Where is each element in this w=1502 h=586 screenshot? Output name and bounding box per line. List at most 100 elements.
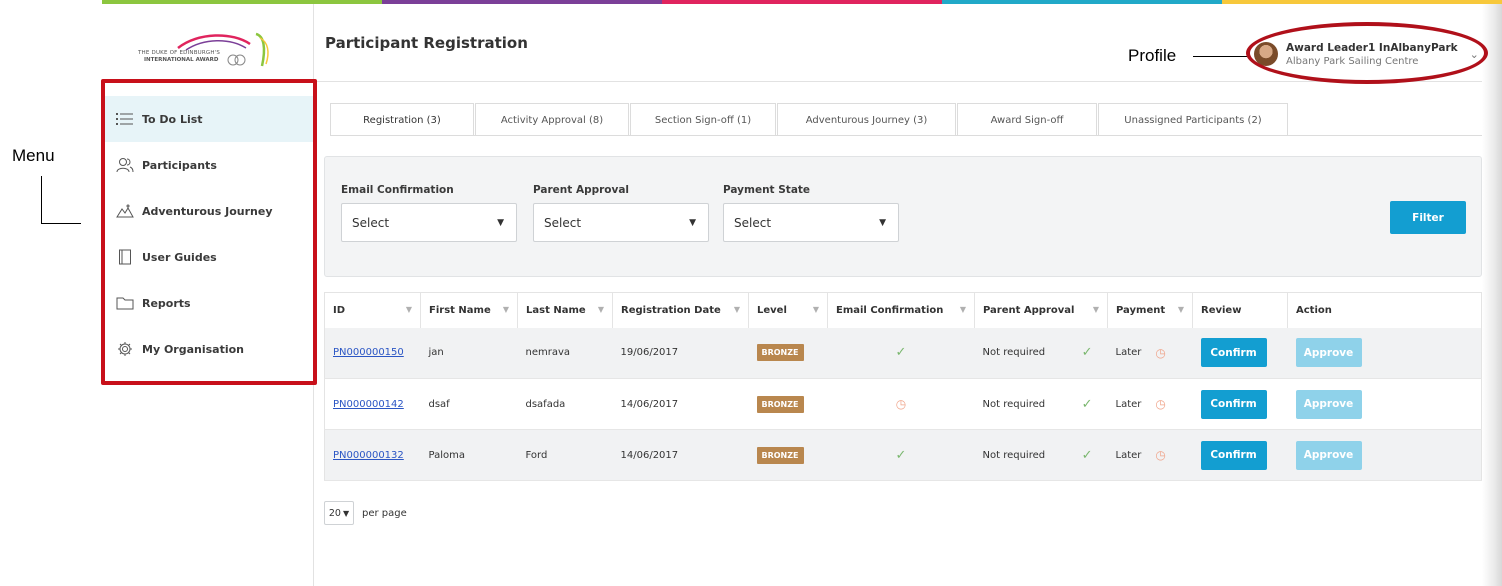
col-id[interactable]: ID ▼	[324, 292, 421, 328]
cell-last-name: nemrava	[517, 327, 613, 379]
annotation-menu-line-vertical	[41, 176, 42, 224]
cell-first-name: jan	[420, 327, 518, 379]
cell-email-confirmation: ✓	[827, 429, 975, 481]
email-confirmation-label: Email Confirmation	[341, 184, 454, 196]
sort-icon[interactable]: ▼	[813, 305, 819, 314]
annotation-profile-label: Profile	[1128, 46, 1177, 65]
payment-text: Later	[1115, 398, 1142, 410]
select-value: Select	[352, 215, 390, 230]
cell-payment: Later ◷	[1107, 429, 1193, 481]
cell-first-name: Paloma	[420, 429, 518, 481]
col-payment[interactable]: Payment ▼	[1107, 292, 1193, 328]
col-first-name[interactable]: First Name ▼	[420, 292, 518, 328]
check-icon: ✓	[1081, 447, 1093, 463]
parent-approval-text: Not required	[982, 398, 1046, 410]
table-header-row: ID ▼ First Name ▼ Last Name ▼ Registration …	[324, 292, 1482, 328]
cell-id: PN000000150	[324, 327, 421, 379]
cell-level: BRONZE	[748, 429, 828, 481]
sort-icon[interactable]: ▼	[598, 305, 604, 314]
select-value: Select	[544, 215, 582, 230]
dofe-logo[interactable]: THE DUKE OF EDINBURGH'S INTERNATIONAL AW…	[138, 26, 276, 76]
cell-review: Confirm	[1192, 429, 1288, 481]
cell-payment: Later ◷	[1107, 327, 1193, 379]
check-icon: ✓	[1081, 396, 1093, 412]
cell-last-name: Ford	[517, 429, 613, 481]
annotation-menu-label: Menu	[12, 146, 55, 165]
approve-button[interactable]: Approve	[1295, 338, 1362, 368]
pending-clock-icon: ◷	[1155, 345, 1166, 360]
col-email-confirmation[interactable]: Email Confirmation ▼	[827, 292, 975, 328]
cell-id: PN000000142	[324, 378, 421, 430]
tab-bar: Registration (3) Activity Approval (8) S…	[330, 103, 1289, 136]
cell-registration-date: 14/06/2017	[612, 429, 749, 481]
cell-registration-date: 14/06/2017	[612, 378, 749, 430]
approve-button[interactable]: Approve	[1295, 440, 1362, 470]
cell-last-name: dsafada	[517, 378, 613, 430]
tab-adventurous-journey[interactable]: Adventurous Journey (3)	[777, 103, 956, 136]
caret-down-icon: ▼	[497, 217, 504, 228]
pending-clock-icon: ◷	[1155, 397, 1166, 411]
parent-approval-text: Not required	[982, 449, 1046, 461]
sort-icon[interactable]: ▼	[503, 305, 509, 314]
payment-text: Later	[1115, 449, 1142, 461]
logo-text-line2: INTERNATIONAL AWARD	[144, 57, 219, 63]
filter-panel: Email Confirmation Select ▼ Parent Appro…	[324, 156, 1482, 277]
filter-button[interactable]: Filter	[1390, 201, 1466, 234]
page-title: Participant Registration	[325, 34, 528, 52]
table-row: PN000000142 dsaf dsafada 14/06/2017 BRON…	[324, 378, 1482, 430]
sort-icon[interactable]: ▼	[1178, 305, 1184, 314]
check-icon: ✓	[1081, 345, 1093, 361]
participant-id-link[interactable]: PN000000132	[333, 450, 404, 461]
tab-section-sign-off[interactable]: Section Sign-off (1)	[630, 103, 776, 136]
cell-parent-approval: Not required ✓	[974, 378, 1108, 430]
sort-icon[interactable]: ▼	[960, 305, 966, 314]
annotation-menu-highlight	[101, 79, 317, 385]
select-value: Select	[734, 215, 772, 230]
email-confirmation-select[interactable]: Select ▼	[341, 203, 517, 242]
parent-approval-select[interactable]: Select ▼	[533, 203, 709, 242]
tab-registration[interactable]: Registration (3)	[330, 103, 474, 136]
tab-unassigned-participants[interactable]: Unassigned Participants (2)	[1098, 103, 1288, 136]
payment-state-select[interactable]: Select ▼	[723, 203, 899, 242]
cell-first-name: dsaf	[420, 378, 518, 430]
cell-payment: Later ◷	[1107, 378, 1193, 430]
page-size-value: 20	[328, 507, 341, 519]
col-last-name[interactable]: Last Name ▼	[517, 292, 613, 328]
annotation-menu-line-horizontal	[41, 223, 81, 224]
per-page-label: per page	[362, 507, 407, 519]
confirm-button[interactable]: Confirm	[1200, 338, 1267, 368]
pending-clock-icon: ◷	[1155, 448, 1166, 462]
level-badge: BRONZE	[756, 395, 804, 413]
sort-icon[interactable]: ▼	[734, 305, 740, 314]
col-level[interactable]: Level ▼	[748, 292, 828, 328]
cell-action: Approve	[1287, 429, 1482, 481]
annotation-profile-highlight	[1246, 22, 1488, 84]
col-review: Review	[1192, 292, 1288, 328]
check-icon: ✓	[895, 345, 907, 361]
tab-activity-approval[interactable]: Activity Approval (8)	[475, 103, 629, 136]
table-row: PN000000150 jan nemrava 19/06/2017 BRONZ…	[324, 327, 1482, 379]
table-row: PN000000132 Paloma Ford 14/06/2017 BRONZ…	[324, 429, 1482, 481]
vertical-scrollbar[interactable]	[1482, 4, 1502, 586]
approve-button[interactable]: Approve	[1295, 389, 1362, 419]
check-icon: ✓	[895, 447, 907, 463]
sort-icon[interactable]: ▼	[1093, 305, 1099, 314]
cell-email-confirmation: ✓	[827, 327, 975, 379]
logo-text-line1: THE DUKE OF EDINBURGH'S	[138, 50, 221, 56]
page-size-select[interactable]: 20 ▼	[324, 501, 354, 525]
confirm-button[interactable]: Confirm	[1200, 440, 1267, 470]
cell-id: PN000000132	[324, 429, 421, 481]
cell-review: Confirm	[1192, 327, 1288, 379]
col-registration-date[interactable]: Registration Date ▼	[612, 292, 749, 328]
participant-id-link[interactable]: PN000000142	[333, 399, 404, 410]
tab-award-sign-off[interactable]: Award Sign-off	[957, 103, 1097, 136]
parent-approval-text: Not required	[982, 347, 1046, 359]
annotation-profile-line	[1193, 56, 1249, 57]
cell-parent-approval: Not required ✓	[974, 327, 1108, 379]
cell-registration-date: 19/06/2017	[612, 327, 749, 379]
participant-id-link[interactable]: PN000000150	[333, 347, 404, 358]
confirm-button[interactable]: Confirm	[1200, 389, 1267, 419]
col-parent-approval[interactable]: Parent Approval ▼	[974, 292, 1108, 328]
pending-clock-icon: ◷	[895, 397, 907, 411]
sort-icon[interactable]: ▼	[406, 305, 412, 314]
